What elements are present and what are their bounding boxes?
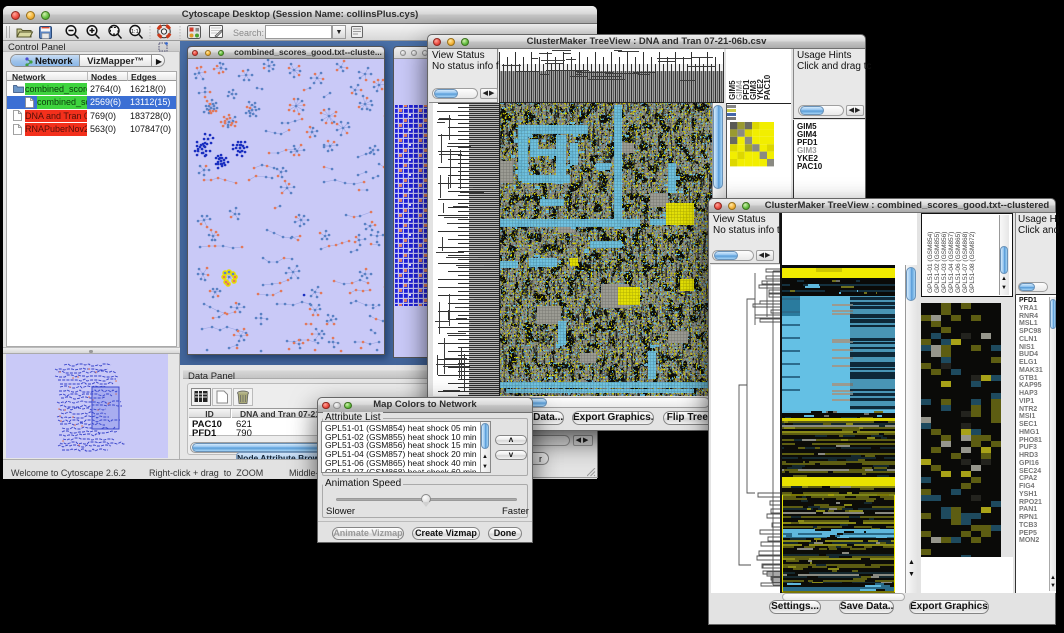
svg-text:GPL51-06 (GSM865): GPL51-06 (GSM865) [955, 232, 962, 293]
svg-text:GPL51-03 (GSM856): GPL51-03 (GSM856) [941, 232, 948, 293]
svg-text:PAC10: PAC10 [763, 74, 772, 100]
svg-text:GPL51-08 (GSM872): GPL51-08 (GSM872) [969, 232, 976, 293]
svg-text:GPL51-07 (GSM868): GPL51-07 (GSM868) [962, 232, 969, 293]
svg-text:GPL51-01 (GSM854): GPL51-01 (GSM854) [927, 232, 934, 293]
svg-text:GPL51-04 (GSM857): GPL51-04 (GSM857) [948, 232, 955, 293]
svg-text:1:1: 1:1 [131, 29, 139, 35]
svg-text:GPL51-02 (GSM855): GPL51-02 (GSM855) [934, 232, 941, 293]
